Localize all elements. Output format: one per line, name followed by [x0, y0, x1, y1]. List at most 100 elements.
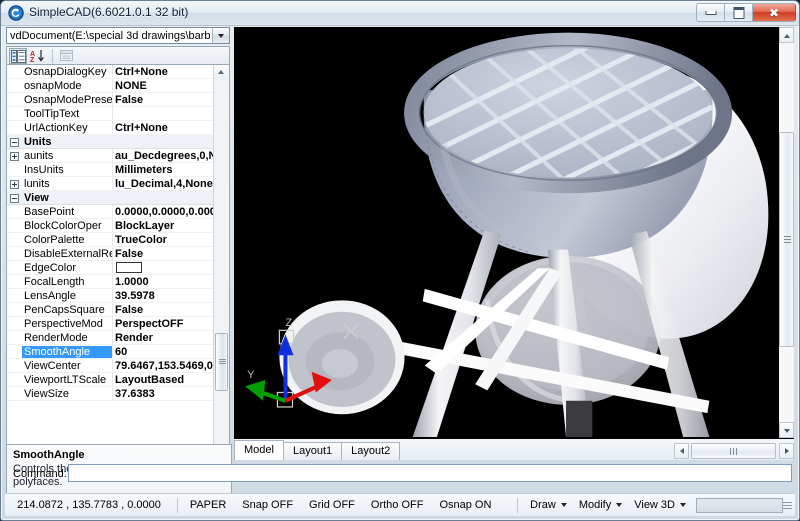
property-row[interactable]: OsnapDialogKeyCtrl+None — [7, 65, 214, 79]
property-value[interactable]: Ctrl+None — [115, 122, 213, 134]
column-divider[interactable] — [112, 359, 113, 372]
column-divider[interactable] — [112, 261, 113, 274]
property-value[interactable]: False — [115, 304, 213, 316]
property-row[interactable]: ColorPaletteTrueColor — [7, 233, 214, 247]
scroll-down-icon[interactable] — [779, 422, 794, 438]
column-divider[interactable] — [112, 275, 113, 288]
column-divider[interactable] — [112, 345, 113, 358]
column-divider[interactable] — [112, 219, 113, 232]
property-value[interactable]: lu_Decimal,4,None — [115, 178, 213, 190]
command-input[interactable] — [68, 464, 792, 482]
property-row[interactable]: EdgeColor — [7, 261, 214, 275]
scroll-up-icon[interactable] — [214, 65, 229, 80]
property-row[interactable]: UrlActionKeyCtrl+None — [7, 121, 214, 135]
status-osnap[interactable]: Osnap ON — [431, 499, 499, 511]
property-value[interactable]: 0.0000,0.0000,0.000 — [115, 206, 213, 218]
column-divider[interactable] — [112, 107, 113, 120]
property-value[interactable]: Render — [115, 332, 213, 344]
property-value[interactable]: NONE — [115, 80, 213, 92]
column-divider[interactable] — [112, 303, 113, 316]
property-value[interactable]: 79.6467,153.5469,0. — [115, 360, 213, 372]
property-grid[interactable]: OsnapDialogKeyCtrl+NoneosnapModeNONEOsna… — [6, 64, 230, 460]
column-divider[interactable] — [112, 373, 113, 386]
menu-view3d[interactable]: View 3D — [626, 499, 690, 511]
column-divider[interactable] — [112, 163, 113, 176]
status-grid[interactable]: Grid OFF — [301, 499, 363, 511]
column-divider[interactable] — [112, 177, 113, 190]
column-divider[interactable] — [112, 149, 113, 162]
property-value[interactable]: TrueColor — [115, 234, 213, 246]
property-value[interactable]: 37.6383 — [115, 388, 213, 400]
property-value[interactable]: PerspectOFF — [115, 318, 213, 330]
property-value[interactable]: 60 — [115, 346, 213, 358]
collapse-minus-icon[interactable] — [10, 194, 19, 203]
property-row[interactable]: BlockColorOperBlockLayer — [7, 219, 214, 233]
property-row[interactable]: osnapModeNONE — [7, 79, 214, 93]
column-divider[interactable] — [112, 205, 113, 218]
property-grid-scrollbar[interactable] — [213, 65, 229, 459]
property-row[interactable]: PerspectiveModPerspectOFF — [7, 317, 214, 331]
property-row[interactable]: SmoothAngle60 — [7, 345, 214, 359]
tab-model[interactable]: Model — [234, 440, 284, 460]
property-value[interactable]: 1.0000 — [115, 276, 213, 288]
property-value[interactable]: au_Decdegrees,0,No — [115, 150, 213, 162]
property-category-row[interactable]: View — [7, 191, 214, 205]
status-ortho[interactable]: Ortho OFF — [363, 499, 432, 511]
property-value[interactable]: Millimeters — [115, 164, 213, 176]
maximize-button[interactable] — [724, 3, 752, 22]
property-row[interactable]: BasePoint0.0000,0.0000,0.000 — [7, 205, 214, 219]
column-divider[interactable] — [112, 65, 113, 78]
property-row[interactable]: ViewportLTScaleLayoutBased — [7, 373, 214, 387]
scrollbar-thumb[interactable] — [779, 132, 794, 347]
column-divider[interactable] — [112, 121, 113, 134]
property-row[interactable]: PenCapsSquareFalse — [7, 303, 214, 317]
property-value[interactable]: 39.5978 — [115, 290, 213, 302]
property-row[interactable]: lunitslu_Decimal,4,None — [7, 177, 214, 191]
tab-horizontal-scrollbar[interactable] — [401, 442, 794, 460]
column-divider[interactable] — [112, 289, 113, 302]
column-divider[interactable] — [112, 387, 113, 400]
property-row[interactable]: ToolTipText — [7, 107, 214, 121]
viewport-vertical-scrollbar[interactable] — [778, 27, 794, 438]
scroll-left-icon[interactable] — [674, 443, 689, 459]
property-pages-icon[interactable] — [58, 48, 76, 64]
property-row[interactable]: FocalLength1.0000 — [7, 275, 214, 289]
model-viewport[interactable]: Z Y — [234, 27, 778, 438]
coordinate-readout[interactable]: 214.0872 , 135.7783 , 0.0000 — [5, 499, 173, 511]
status-paper[interactable]: PAPER — [182, 499, 234, 511]
column-divider[interactable] — [112, 331, 113, 344]
property-value[interactable]: False — [115, 94, 213, 106]
property-row[interactable]: ViewCenter79.6467,153.5469,0. — [7, 359, 214, 373]
color-swatch[interactable] — [116, 262, 142, 273]
column-divider[interactable] — [112, 233, 113, 246]
menu-modify[interactable]: Modify — [571, 499, 626, 511]
property-category-row[interactable]: Units — [7, 135, 214, 149]
minimize-button[interactable] — [696, 3, 724, 22]
property-value[interactable]: BlockLayer — [115, 220, 213, 232]
property-value[interactable]: False — [115, 248, 213, 260]
collapse-minus-icon[interactable] — [10, 138, 19, 147]
expand-plus-icon[interactable] — [10, 180, 19, 189]
property-row[interactable]: LensAngle39.5978 — [7, 289, 214, 303]
alphabetic-sort-icon[interactable]: A Z — [29, 48, 47, 64]
object-selector-combo[interactable]: vdDocument(E:\special 3d drawings\barbec… — [6, 27, 230, 44]
property-row[interactable]: DisableExternalReferFalse — [7, 247, 214, 261]
menu-draw[interactable]: Draw — [522, 499, 571, 511]
chevron-down-icon[interactable] — [212, 28, 229, 43]
close-button[interactable]: ✖ — [752, 3, 796, 22]
property-row[interactable]: OsnapModePreserveFalse — [7, 93, 214, 107]
property-row[interactable]: InsUnitsMillimeters — [7, 163, 214, 177]
property-value[interactable]: Ctrl+None — [115, 66, 213, 78]
property-value[interactable]: LayoutBased — [115, 374, 213, 386]
resize-grip-icon[interactable] — [783, 498, 793, 512]
scroll-right-icon[interactable] — [779, 443, 794, 459]
tab-layout1[interactable]: Layout1 — [283, 442, 342, 460]
property-row[interactable]: ViewSize37.6383 — [7, 387, 214, 401]
column-divider[interactable] — [112, 247, 113, 260]
property-row[interactable]: RenderModeRender — [7, 331, 214, 345]
expand-plus-icon[interactable] — [10, 152, 19, 161]
hscrollbar-thumb[interactable] — [691, 443, 776, 459]
tab-layout2[interactable]: Layout2 — [341, 442, 400, 460]
scrollbar-thumb[interactable] — [215, 333, 228, 391]
scroll-up-icon[interactable] — [779, 27, 794, 43]
